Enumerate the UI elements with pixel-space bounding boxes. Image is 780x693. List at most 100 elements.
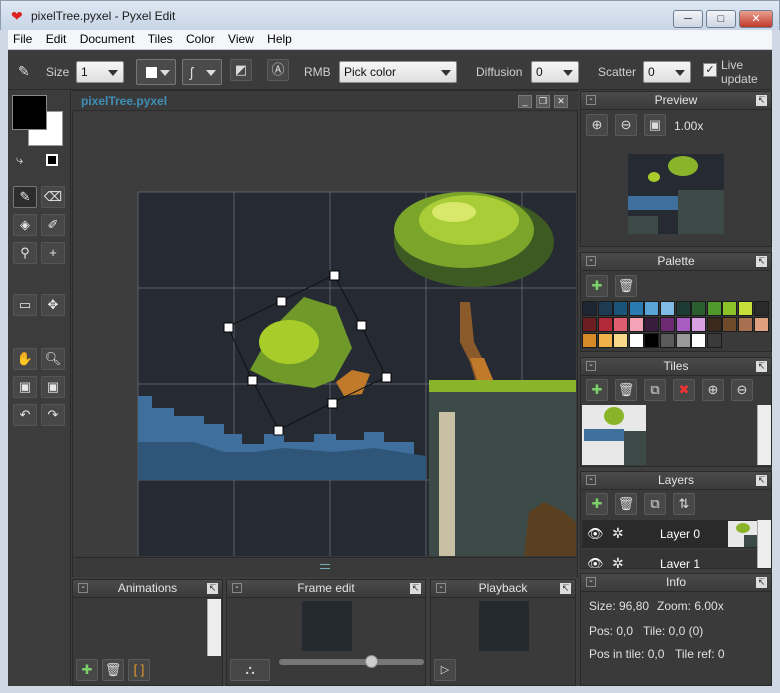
undock-icon[interactable]: ↸	[756, 95, 767, 106]
layers-scrollbar[interactable]	[757, 520, 771, 568]
collapse-icon[interactable]: -	[586, 577, 596, 587]
eyedropper-tool-button[interactable]: ⚲	[13, 242, 37, 264]
menu-help[interactable]: Help	[262, 30, 297, 49]
palette-swatch[interactable]	[675, 333, 691, 348]
undock-icon[interactable]: ↸	[756, 256, 767, 267]
brush-curve-select[interactable]: ʃ	[182, 59, 222, 85]
palette-swatch[interactable]	[597, 301, 613, 316]
frame-alt-tool-button[interactable]: ▣	[41, 376, 65, 398]
remove-tile-button[interactable]: ✖	[673, 379, 695, 401]
palette-swatch[interactable]	[706, 333, 722, 348]
palette-swatch[interactable]	[644, 301, 660, 316]
collapse-icon[interactable]: -	[232, 583, 242, 593]
palette-swatch[interactable]	[738, 301, 753, 316]
play-button[interactable]: ▷	[434, 659, 456, 681]
hand-tool-button[interactable]: ✋	[13, 348, 37, 370]
text-tool-button[interactable]: Ⓐ	[267, 59, 289, 81]
select-tool-button[interactable]: ▭	[13, 294, 37, 316]
palette-swatch[interactable]	[644, 333, 660, 348]
animation-range-button[interactable]: [ ]	[128, 659, 150, 681]
undock-icon[interactable]: ↸	[207, 583, 218, 594]
frame-duration-slider[interactable]	[279, 659, 424, 665]
layer-settings-icon[interactable]: ✲	[612, 525, 624, 542]
tiles-zoom-in-button[interactable]: ⊕	[702, 379, 724, 401]
redo-button[interactable]: ↷	[41, 404, 65, 426]
collapse-icon[interactable]: -	[586, 361, 596, 371]
maximize-button[interactable]: □	[706, 10, 736, 28]
collapse-icon[interactable]: -	[586, 256, 596, 266]
pixel-art-canvas[interactable]	[74, 112, 576, 556]
menu-view[interactable]: View	[223, 30, 259, 49]
move-tool-button[interactable]: ✥	[41, 294, 65, 316]
merge-layer-button[interactable]: ⇅	[673, 493, 695, 515]
menu-tiles[interactable]: Tiles	[143, 30, 178, 49]
palette-swatch[interactable]	[628, 333, 644, 348]
palette-swatch[interactable]	[691, 317, 707, 332]
frame-tool-button[interactable]: ▣	[13, 376, 37, 398]
preview-zoom-out-button[interactable]: ⊖	[615, 114, 637, 136]
undock-icon[interactable]: ↸	[756, 361, 767, 372]
undo-button[interactable]: ↶	[13, 404, 37, 426]
onion-skin-button[interactable]: ⛬	[230, 659, 270, 681]
delete-layer-button[interactable]: 🗑︎	[615, 493, 637, 515]
palette-swatch[interactable]	[753, 301, 769, 316]
palette-swatch[interactable]	[613, 301, 629, 316]
menu-edit[interactable]: Edit	[41, 30, 72, 49]
swap-colors-icon[interactable]: ⤷	[16, 152, 23, 168]
undock-icon[interactable]: ↸	[410, 583, 421, 594]
eye-icon[interactable]: 👁︎	[587, 526, 604, 542]
palette-swatch[interactable]	[722, 317, 738, 332]
size-select[interactable]: 1	[76, 61, 124, 83]
palette-swatch[interactable]	[644, 317, 660, 332]
pencil-tool-button[interactable]: ✎	[13, 186, 37, 208]
palette-swatch[interactable]	[660, 333, 675, 348]
frame-slider-handle[interactable]	[365, 655, 378, 668]
canvas-minimize-button[interactable]: _	[518, 95, 532, 108]
palette-swatch[interactable]	[738, 317, 753, 332]
palette-swatch[interactable]	[582, 317, 597, 332]
color-replace-tool-button[interactable]: ✐	[41, 214, 65, 236]
add-animation-button[interactable]: ✚	[76, 659, 98, 681]
menu-color[interactable]: Color	[181, 30, 220, 49]
minimize-button[interactable]: ─	[673, 10, 703, 28]
palette-swatch[interactable]	[613, 333, 629, 348]
reset-colors-icon[interactable]	[46, 154, 58, 166]
add-color-button[interactable]: ✚	[586, 275, 608, 297]
copy-tile-button[interactable]: ⧉	[644, 379, 666, 401]
drawing-canvas[interactable]	[74, 112, 576, 556]
duplicate-layer-button[interactable]: ⧉	[644, 493, 666, 515]
add-layer-button[interactable]: ✚	[586, 493, 608, 515]
scatter-select[interactable]: 0	[643, 61, 691, 83]
palette-swatch[interactable]	[628, 317, 644, 332]
palette-swatch[interactable]	[582, 301, 597, 316]
tile-list[interactable]	[582, 405, 646, 465]
diffusion-select[interactable]: 0	[531, 61, 579, 83]
collapse-icon[interactable]: -	[78, 583, 88, 593]
close-button[interactable]: ✕	[739, 10, 773, 28]
undock-icon[interactable]: ↸	[560, 583, 571, 594]
layer-row[interactable]: 👁︎ ✲ Layer 0	[582, 520, 758, 548]
palette-swatch[interactable]	[660, 301, 675, 316]
palette-swatch[interactable]	[613, 317, 629, 332]
collapse-icon[interactable]: -	[586, 475, 596, 485]
layer-settings-icon[interactable]: ✲	[612, 555, 624, 568]
delete-animation-button[interactable]: 🗑︎	[102, 659, 124, 681]
undock-icon[interactable]: ↸	[756, 577, 767, 588]
palette-swatch[interactable]	[706, 317, 722, 332]
animations-list[interactable]	[74, 599, 206, 656]
palette-swatch[interactable]	[753, 317, 769, 332]
collapse-icon[interactable]: -	[586, 95, 596, 105]
eye-icon[interactable]: 👁︎	[587, 556, 604, 568]
palette-swatch[interactable]	[706, 301, 722, 316]
palette-swatch[interactable]	[597, 333, 613, 348]
crosshair-tool-button[interactable]: +	[41, 242, 65, 264]
add-tile-button[interactable]: ✚	[586, 379, 608, 401]
canvas-horizontal-scrollbar[interactable]	[74, 557, 576, 577]
collapse-icon[interactable]: -	[436, 583, 446, 593]
layer-row[interactable]: 👁︎ ✲ Layer 1	[582, 550, 757, 568]
eraser-tool-button[interactable]: ⌫	[41, 186, 65, 208]
fill-tool-button[interactable]: ◈	[13, 214, 37, 236]
primary-color-swatch[interactable]	[12, 95, 47, 130]
palette-swatch[interactable]	[597, 317, 613, 332]
animations-scrollbar[interactable]	[207, 599, 221, 656]
